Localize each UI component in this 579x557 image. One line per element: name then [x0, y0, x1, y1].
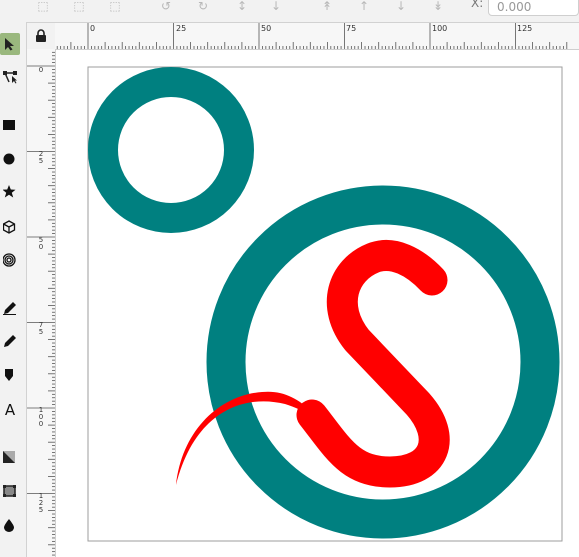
ruler-label: 75: [346, 24, 357, 33]
ruler-label: 0: [38, 66, 44, 74]
rectangle-icon: [3, 120, 15, 130]
horizontal-ruler[interactable]: 0 25 50 75 100 125: [55, 23, 579, 50]
pen-icon: [4, 335, 16, 347]
ruler-label: 100: [432, 24, 448, 33]
pen-tool[interactable]: [0, 330, 20, 352]
node-tool[interactable]: [0, 66, 20, 88]
rotate-cw-icon[interactable]: ↻: [194, 0, 212, 14]
ruler-label: 50: [261, 24, 272, 33]
star-icon: [3, 185, 16, 198]
x-label: X:: [471, 0, 484, 10]
ruler-label: 0: [90, 24, 96, 33]
gradient-icon: [3, 451, 15, 463]
lower-icon[interactable]: ↓: [392, 0, 410, 14]
rotate-ccw-icon[interactable]: ↺: [157, 0, 175, 14]
rectangle-tool[interactable]: [0, 114, 20, 136]
red-s-curve[interactable]: [296, 240, 450, 488]
ellipse-tool[interactable]: [0, 148, 20, 170]
circle-icon: [3, 153, 15, 165]
node-edit-icon: [3, 71, 17, 84]
ruler-corner: [27, 23, 55, 49]
select-all-in-all-layers-icon[interactable]: ⬚: [70, 0, 88, 14]
command-bar: ⬚ ⬚ ⬚ ↺ ↻ ↕ ↓ ↟ ↑ ↓ ↡ X: 0.000: [0, 0, 579, 23]
flip-horizontal-icon[interactable]: ↕: [233, 0, 251, 14]
toolbox: A: [0, 22, 27, 557]
selector-tool[interactable]: [0, 33, 20, 55]
cube-icon: [3, 220, 16, 234]
dropper-icon: [4, 519, 14, 532]
arrow-pointer-icon: [5, 38, 14, 51]
vertical-ruler[interactable]: 0 25 50 75 100 125: [27, 49, 56, 557]
spiral-tool[interactable]: [0, 249, 20, 271]
ruler-label: 25: [176, 24, 187, 33]
text-tool[interactable]: A: [0, 399, 20, 421]
lower-to-bottom-icon[interactable]: ↡: [429, 0, 447, 14]
spiral-icon: [3, 253, 16, 267]
raise-icon[interactable]: ↑: [355, 0, 373, 14]
deselect-icon[interactable]: ⬚: [106, 0, 124, 14]
calligraphy-icon: [5, 369, 13, 381]
lock-icon[interactable]: [35, 29, 47, 43]
artwork: [87, 66, 563, 542]
flip-vertical-icon[interactable]: ↓: [267, 0, 285, 14]
box3d-tool[interactable]: [0, 216, 20, 238]
select-all-icon[interactable]: ⬚: [34, 0, 52, 14]
ruler-label: 75: [38, 321, 44, 336]
pencil-tool[interactable]: [0, 297, 20, 319]
drawing-canvas[interactable]: [56, 50, 579, 557]
small-teal-ring[interactable]: [88, 67, 254, 233]
text-icon: A: [4, 401, 16, 419]
raise-to-top-icon[interactable]: ↟: [318, 0, 336, 14]
dropper-tool[interactable]: [0, 514, 20, 536]
ruler-label: 50: [38, 236, 44, 251]
calligraphy-tool[interactable]: [0, 364, 20, 386]
x-coordinate-input[interactable]: 0.000: [488, 0, 579, 16]
ruler-label: 100: [38, 406, 44, 428]
ruler-label: 125: [517, 24, 533, 33]
ruler-label: 25: [38, 150, 44, 165]
pencil-icon: [3, 302, 16, 315]
star-tool[interactable]: [0, 181, 20, 203]
mesh-tool[interactable]: [0, 480, 20, 502]
mesh-icon: [3, 485, 16, 497]
gradient-tool[interactable]: [0, 446, 20, 468]
ruler-label: 125: [38, 492, 44, 514]
